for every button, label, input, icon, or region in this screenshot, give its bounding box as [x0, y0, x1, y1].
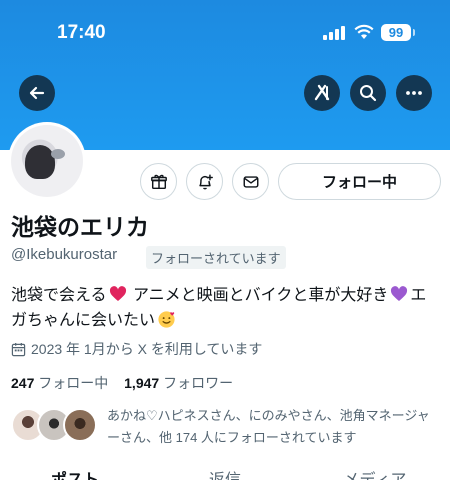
- battery-indicator: 99: [381, 24, 415, 41]
- tab-replies[interactable]: 返信: [150, 466, 300, 480]
- follows-you-badge: フォローされています: [146, 246, 286, 269]
- status-time: 17:40: [57, 22, 106, 43]
- bio-text-2: アニメと映画とバイクと車が大好き: [128, 287, 389, 304]
- search-button[interactable]: [350, 75, 386, 111]
- message-button[interactable]: [232, 163, 269, 200]
- avatar[interactable]: [8, 122, 86, 200]
- grok-icon: [314, 84, 330, 101]
- gift-icon: [150, 174, 167, 189]
- profile-handle: @Ikebukurostar: [11, 246, 118, 263]
- tab-posts[interactable]: ポスト: [0, 466, 150, 480]
- calendar-icon: [11, 342, 26, 356]
- arrow-left-icon: [29, 86, 45, 100]
- red-heart-icon: [109, 286, 126, 301]
- search-icon: [360, 85, 377, 102]
- tab-media[interactable]: メディア: [300, 466, 450, 480]
- followers-count: 1,947: [124, 375, 160, 391]
- smiling-hearts-icon: [158, 311, 175, 328]
- envelope-icon: [243, 175, 258, 188]
- followed-by-text: あかね♡ハピネスさん、にのみやさん、池角マネージャーさん、他 174 人にフォロ…: [107, 408, 430, 445]
- back-button[interactable]: [19, 75, 55, 111]
- wifi-icon: [354, 24, 374, 39]
- avatar-image: [11, 125, 83, 197]
- profile-name: 池袋のエリカ: [11, 214, 149, 240]
- more-button[interactable]: [396, 75, 432, 111]
- joined-text: 2023 年 1月から X を利用しています: [31, 341, 263, 357]
- follow-stats: 247 フォロー中 1,947 フォロワー: [11, 373, 245, 393]
- grok-button[interactable]: [304, 75, 340, 111]
- gift-button[interactable]: [140, 163, 177, 200]
- bio-text-1: 池袋で会える: [11, 287, 107, 304]
- followers-label: フォロワー: [163, 375, 234, 391]
- bell-plus-icon: [198, 174, 213, 189]
- following-button[interactable]: フォロー中: [278, 163, 441, 200]
- signal-icon: [323, 26, 347, 40]
- joined-date: 2023 年 1月から X を利用しています: [11, 339, 262, 359]
- profile-bio: 池袋で会える アニメと映画とバイクと車が大好き エガちゃんに会いたい: [11, 283, 441, 333]
- profile-tabs: ポスト 返信 メディア: [0, 466, 450, 480]
- followers-stat[interactable]: 1,947 フォロワー: [124, 375, 233, 391]
- notification-button[interactable]: [186, 163, 223, 200]
- purple-heart-icon: [391, 286, 408, 301]
- follower-avatar-3: [63, 408, 97, 442]
- following-stat[interactable]: 247 フォロー中: [11, 375, 108, 391]
- more-icon: [406, 91, 422, 95]
- following-count: 247: [11, 375, 35, 391]
- following-label: フォロー中: [38, 375, 109, 391]
